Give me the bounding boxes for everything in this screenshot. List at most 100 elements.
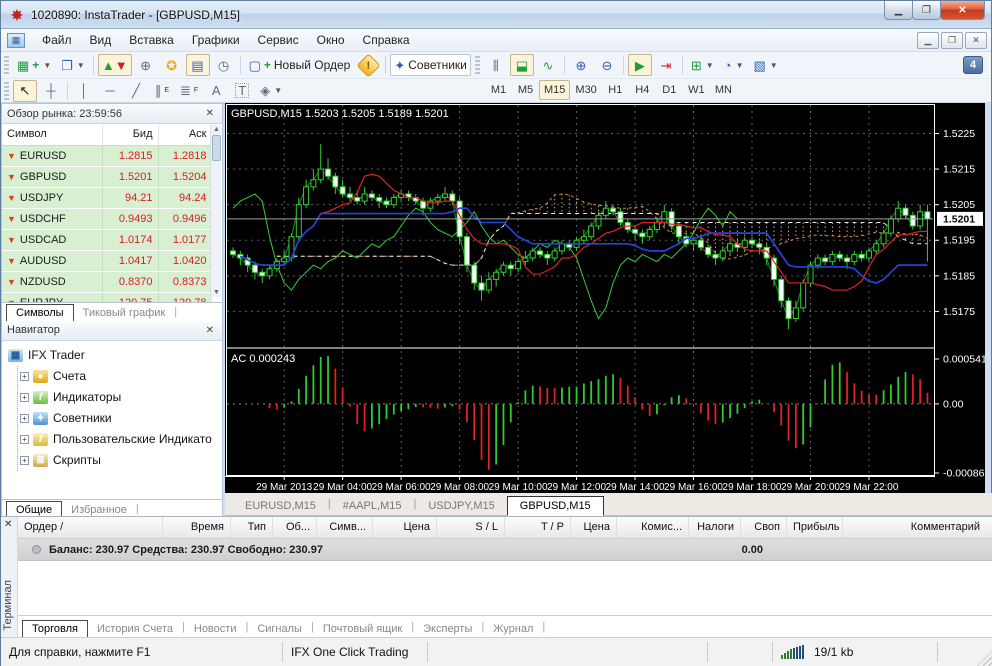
column-open-price[interactable]: Цена xyxy=(373,517,437,538)
chart-canvas[interactable]: 1.5225 1.5215 1.5205 1.5195 1.5185 1.5175 1.52… xyxy=(225,103,987,493)
timeframe-h1[interactable]: H1 xyxy=(602,80,629,100)
toolbar-grip[interactable] xyxy=(4,56,9,74)
market-watch-close-icon[interactable]: ✕ xyxy=(203,108,217,119)
mdi-minimize-button[interactable]: ▁ xyxy=(917,32,939,49)
timeframe-w1[interactable]: W1 xyxy=(683,80,710,100)
tab-news[interactable]: Новости xyxy=(185,621,246,637)
column-profit[interactable]: Прибыль xyxy=(787,517,843,538)
column-time[interactable]: Время xyxy=(163,517,231,538)
title-bar[interactable]: ✸ 1020890: InstaTrader - [GBPUSD,M15] ▁ … xyxy=(1,1,991,29)
menu-file[interactable]: Файл xyxy=(33,30,81,50)
chart-tab-usdjpy[interactable]: USDJPY,M15 xyxy=(416,497,506,515)
alert-icon[interactable]: ! xyxy=(356,52,381,78)
timeframe-m30[interactable]: M30 xyxy=(570,80,601,100)
mdi-restore-button[interactable]: ❐ xyxy=(941,32,963,49)
chart-profiles-button[interactable]: ❐ ▼ xyxy=(57,54,89,76)
symbol-row[interactable]: ▼ USDCAD 1.0174 1.0177 xyxy=(2,229,213,251)
data-window-button[interactable]: ⊕ xyxy=(134,54,158,76)
timeframe-mn[interactable]: MN xyxy=(710,80,737,100)
toolbar-grip[interactable] xyxy=(474,56,480,74)
indicators-button[interactable]: ⊞ ▼ xyxy=(687,54,718,76)
symbol-row[interactable]: ▼ EURUSD 1.2815 1.2818 xyxy=(2,145,213,167)
navigator-title-bar[interactable]: Навигатор ✕ xyxy=(2,320,222,341)
scroll-down-icon[interactable]: ▼ xyxy=(212,289,221,296)
menu-insert[interactable]: Вставка xyxy=(120,30,183,50)
new-order-button[interactable]: ▢ + Новый Ордер xyxy=(245,54,355,76)
tab-experts[interactable]: Эксперты xyxy=(414,621,481,637)
navigator-toggle[interactable]: ✪ xyxy=(160,54,184,76)
tab-trade[interactable]: Торговля xyxy=(22,620,88,638)
timeframe-d1[interactable]: D1 xyxy=(656,80,683,100)
symbol-row[interactable]: ▼ GBPUSD 1.5201 1.5204 xyxy=(2,166,213,188)
templates-button[interactable]: ▧ ▼ xyxy=(750,54,782,76)
terminal-toggle[interactable]: ▤ xyxy=(185,54,210,76)
column-taxes[interactable]: Налоги xyxy=(689,517,741,538)
horizontal-line-tool[interactable]: ─ xyxy=(98,80,122,102)
timeframe-m15[interactable]: M15 xyxy=(539,80,571,100)
market-watch-toggle[interactable]: ▲▼ xyxy=(97,54,132,76)
chart-tab-aapl[interactable]: #AAPL,M15 xyxy=(331,497,414,515)
column-sl[interactable]: S / L xyxy=(437,517,505,538)
tree-item-experts[interactable]: + ✦ Советники xyxy=(20,408,222,429)
timeframe-m1[interactable]: M1 xyxy=(485,80,512,100)
minimize-button[interactable]: ▁ xyxy=(884,1,913,20)
tab-account-history[interactable]: История Счета xyxy=(88,621,182,637)
terminal-close-icon[interactable]: ✕ xyxy=(4,519,12,530)
timeframe-h4[interactable]: H4 xyxy=(629,80,656,100)
expert-advisors-button[interactable]: ✦ Советники xyxy=(390,54,471,76)
arrows-tool[interactable]: ◈ ▼ xyxy=(256,80,286,102)
symbol-row[interactable]: ▼ USDJPY 94.21 94.24 xyxy=(2,187,213,209)
restore-button[interactable]: ❐ xyxy=(912,1,941,20)
strategy-tester-button[interactable]: ◷ xyxy=(212,54,236,76)
menu-window[interactable]: Окно xyxy=(308,30,354,50)
bar-chart-type-button[interactable]: ⫼ xyxy=(484,54,508,76)
expand-icon[interactable]: + xyxy=(20,455,29,465)
tab-signals[interactable]: Сигналы xyxy=(248,621,311,637)
chart-shift-button[interactable]: ⇥ xyxy=(654,54,678,76)
column-comment[interactable]: Комментарий xyxy=(843,517,992,538)
text-label-tool[interactable]: T xyxy=(230,80,254,102)
line-chart-type-button[interactable]: ∿ xyxy=(536,54,560,76)
expand-icon[interactable]: + xyxy=(20,413,29,423)
expand-icon[interactable]: + xyxy=(20,371,29,381)
column-volume[interactable]: Об... xyxy=(273,517,317,538)
tree-item-custom-indicators[interactable]: + f Пользовательские Индикато xyxy=(20,429,222,450)
zoom-in-button[interactable]: ⊕ xyxy=(569,54,593,76)
equidistant-channel-tool[interactable]: ∥ E xyxy=(150,80,174,102)
trendline-tool[interactable]: ╱ xyxy=(124,80,148,102)
text-tool[interactable]: A xyxy=(204,80,228,102)
menu-help[interactable]: Справка xyxy=(354,30,419,50)
status-trading-mode[interactable]: IFX One Click Trading xyxy=(283,642,428,662)
symbol-row[interactable]: ▼ USDCHF 0.9493 0.9496 xyxy=(2,208,213,230)
tab-symbols[interactable]: Символы xyxy=(6,303,74,322)
auto-scroll-button[interactable]: ▶ xyxy=(627,54,652,76)
new-chart-button[interactable]: ▦ + ▼ xyxy=(13,54,55,76)
expand-icon[interactable]: + xyxy=(20,434,29,444)
market-watch-scrollbar[interactable]: ▲ ▼ xyxy=(210,125,221,297)
column-price[interactable]: Цена xyxy=(571,517,617,538)
mdi-close-button[interactable]: ✕ xyxy=(965,32,987,49)
zoom-out-button[interactable]: ⊖ xyxy=(595,54,619,76)
scroll-up-icon[interactable]: ▲ xyxy=(212,126,221,133)
cursor-tool[interactable]: ↖ xyxy=(13,79,37,102)
column-order[interactable]: Ордер / xyxy=(18,517,163,538)
close-button[interactable]: ✕ xyxy=(940,1,985,20)
tab-journal[interactable]: Журнал xyxy=(484,621,542,637)
menu-service[interactable]: Сервис xyxy=(249,30,308,50)
symbol-row-partial[interactable]: ▼EURJPY 120.75 120.78 xyxy=(2,292,212,302)
crosshair-tool[interactable]: ┼ xyxy=(39,80,63,102)
timeframe-m5[interactable]: M5 xyxy=(512,80,539,100)
chart-tab-gbpusd[interactable]: GBPUSD,M15 xyxy=(506,496,604,516)
market-watch-title-bar[interactable]: Обзор рынка: 23:59:56 ✕ xyxy=(2,104,222,124)
toolbar-grip[interactable] xyxy=(4,81,9,100)
vertical-line-tool[interactable]: │ xyxy=(72,80,96,102)
tree-item-indicators[interactable]: + f Индикаторы xyxy=(20,387,222,408)
expand-icon[interactable]: + xyxy=(20,392,29,402)
column-tp[interactable]: T / P xyxy=(505,517,571,538)
symbol-row[interactable]: ▼ NZDUSD 0.8370 0.8373 xyxy=(2,271,213,293)
fibonacci-tool[interactable]: ≣ F xyxy=(176,80,202,102)
symbol-row[interactable]: ▼ AUDUSD 1.0417 1.0420 xyxy=(2,250,213,272)
column-symbol[interactable]: Символ xyxy=(2,124,103,146)
menu-view[interactable]: Вид xyxy=(81,30,121,50)
candlestick-type-button[interactable]: ⬓ xyxy=(509,54,534,76)
